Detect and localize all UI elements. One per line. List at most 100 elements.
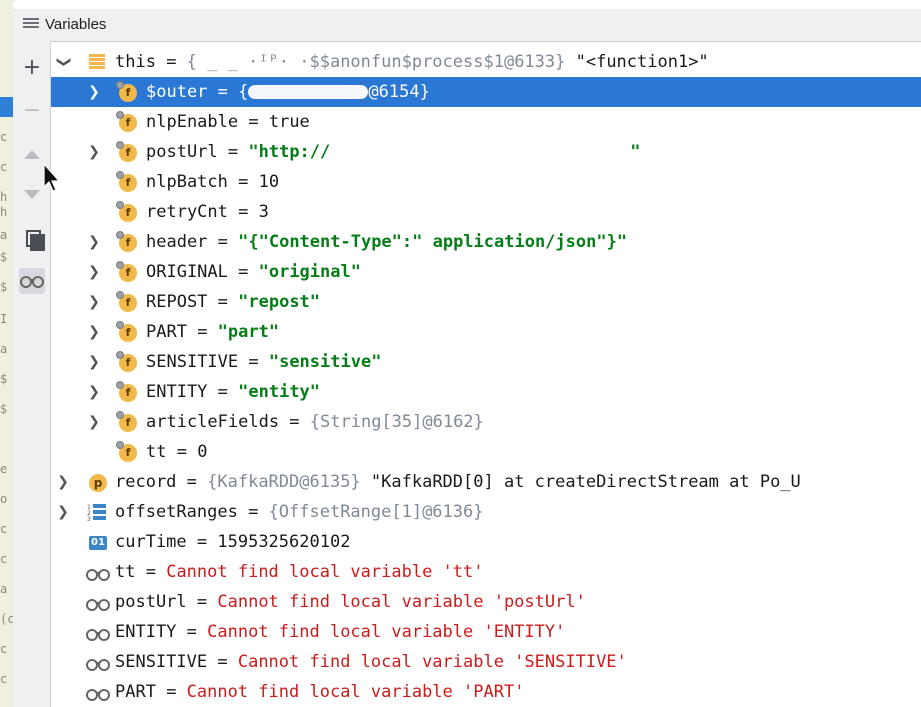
watch-glasses-icon [86, 567, 110, 581]
tree-row-nlpEnable[interactable]: f nlpEnable = true [51, 107, 921, 137]
watch-row-tt[interactable]: tt = Cannot find local variable 'tt' [51, 557, 921, 587]
final-lock-icon [116, 141, 124, 149]
watch-glasses-icon [86, 597, 110, 611]
editor-char: c [0, 672, 8, 686]
expand-arrow-icon[interactable]: ❯ [87, 407, 101, 437]
tree-row-postUrl[interactable]: ❯ f postUrl = "http:// " [51, 137, 921, 167]
tree-row-retryCnt[interactable]: f retryCnt = 3 [51, 197, 921, 227]
equals-sign: = [186, 532, 218, 552]
equals-sign: = [176, 622, 208, 642]
this-object-icon [89, 54, 105, 70]
tree-row-nlpBatch[interactable]: f nlpBatch = 10 [51, 167, 921, 197]
watch-row-postUrl[interactable]: postUrl = Cannot find local variable 'po… [51, 587, 921, 617]
editor-edge-strip: c c h h a $ $ I a $ $ e o c c a (c c c [0, 0, 14, 707]
field-letter: f [125, 176, 131, 189]
editor-char: o [0, 492, 8, 506]
tree-row-outer[interactable]: ❯ f $outer = {@6154} [51, 77, 921, 107]
equals-sign: = [279, 412, 310, 432]
object-reference: { _ _ ·ᴵᴾ· ·$$anonfun$process$1@6133} [186, 52, 566, 72]
field-icon: f [116, 291, 137, 312]
redacted-text [248, 85, 369, 99]
field-letter: f [125, 266, 131, 279]
expand-arrow-icon[interactable]: ❯ [87, 257, 101, 287]
variable-value: "<function1>" [565, 52, 709, 72]
watch-row-PART[interactable]: PART = Cannot find local variable 'PART' [51, 677, 921, 707]
tree-row-this[interactable]: ❯ this = { _ _ ·ᴵᴾ· ·$$anonfun$process$1… [51, 47, 921, 77]
editor-char: a [0, 228, 8, 242]
final-lock-icon [116, 411, 124, 419]
field-icon: f [116, 411, 137, 432]
editor-selection-marker [0, 97, 13, 117]
tree-row-REPOST[interactable]: ❯ f REPOST = "repost" [51, 287, 921, 317]
watch-expression: postUrl [115, 592, 187, 612]
tree-row-SENSITIVE[interactable]: ❯ f SENSITIVE = "sensitive" [51, 347, 921, 377]
watch-row-ENTITY[interactable]: ENTITY = Cannot find local variable 'ENT… [51, 617, 921, 647]
parameter-icon: p [89, 474, 107, 492]
final-lock-icon [116, 321, 124, 329]
variable-name: this [115, 52, 156, 72]
expand-arrow-icon[interactable]: ❯ [56, 467, 70, 497]
editor-char: h [0, 205, 8, 219]
tree-row-PART[interactable]: ❯ f PART = "part" [51, 317, 921, 347]
variable-name: nlpBatch [146, 172, 228, 192]
object-reference: { [238, 82, 249, 102]
editor-char: I [0, 312, 8, 326]
expand-arrow-icon[interactable]: ❯ [87, 137, 101, 167]
final-lock-icon [116, 291, 124, 299]
tree-row-tt-field[interactable]: f tt = 0 [51, 437, 921, 467]
remove-watch-button[interactable]: − [19, 98, 45, 124]
watch-row-SENSITIVE[interactable]: SENSITIVE = Cannot find local variable '… [51, 647, 921, 677]
field-letter: f [125, 86, 131, 99]
expand-arrow-icon[interactable]: ❯ [87, 227, 101, 257]
variables-toolbar: + − [13, 41, 51, 707]
collapse-arrow-icon[interactable]: ❯ [49, 55, 79, 69]
variable-name: ORIGINAL [146, 262, 228, 282]
expand-arrow-icon[interactable]: ❯ [56, 497, 70, 527]
editor-char: c [0, 522, 8, 536]
tree-row-offsetRanges[interactable]: ❯ 1 2 3 offsetRanges = {OffsetRange[1]@6… [51, 497, 921, 527]
equals-sign: = [135, 562, 167, 582]
expand-arrow-icon[interactable]: ❯ [87, 317, 101, 347]
duplicate-watch-button[interactable] [19, 225, 45, 251]
variable-value: "{"Content-Type":" application/json"}" [238, 232, 628, 252]
arrow-up-icon [24, 150, 40, 159]
object-reference: {KafkaRDD@6135} [207, 472, 361, 492]
tree-row-ENTITY[interactable]: ❯ f ENTITY = "entity" [51, 377, 921, 407]
final-lock-icon [116, 351, 124, 359]
new-watch-button[interactable]: + [19, 55, 45, 81]
equals-sign: = [238, 352, 269, 372]
tree-row-articleFields[interactable]: ❯ f articleFields = {String[35]@6162} [51, 407, 921, 437]
show-watches-toggle[interactable] [19, 268, 45, 294]
expand-arrow-icon[interactable]: ❯ [87, 287, 101, 317]
equals-sign: = [217, 142, 249, 162]
variable-value-end: " [630, 142, 641, 162]
equals-sign: = [227, 262, 259, 282]
tree-row-curTime[interactable]: 01 curTime = 1595325620102 [51, 527, 921, 557]
field-icon: f [116, 141, 137, 162]
equals-sign: = [227, 202, 259, 222]
variable-value: "KafkaRDD[0] at createDirectStream at Po… [360, 472, 801, 492]
equals-sign: = [207, 82, 239, 102]
field-letter: f [125, 146, 131, 159]
array-icon-graphic: 1 2 3 [87, 504, 106, 523]
field-icon: f [116, 441, 137, 462]
editor-char: c [0, 642, 8, 656]
editor-char: a [0, 582, 8, 596]
move-watch-down-button[interactable] [19, 181, 45, 207]
tree-row-header[interactable]: ❯ f header = "{"Content-Type":" applicat… [51, 227, 921, 257]
tree-row-ORIGINAL[interactable]: ❯ f ORIGINAL = "original" [51, 257, 921, 287]
field-letter: f [125, 446, 131, 459]
move-watch-up-button[interactable] [19, 141, 45, 167]
field-letter: f [125, 116, 131, 129]
variable-value: 3 [258, 202, 269, 222]
watch-error: Cannot find local variable 'postUrl' [217, 592, 586, 612]
variable-name: nlpEnable [146, 112, 239, 132]
equals-sign: = [186, 322, 218, 342]
variable-value: "repost" [238, 292, 321, 312]
tree-row-record[interactable]: ❯ p record = {KafkaRDD@6135} "KafkaRDD[0… [51, 467, 921, 497]
expand-arrow-icon[interactable]: ❯ [87, 377, 101, 407]
expand-arrow-icon[interactable]: ❯ [87, 347, 101, 377]
watch-error: Cannot find local variable 'PART' [186, 682, 525, 702]
editor-char: $ [0, 402, 8, 416]
expand-arrow-icon[interactable]: ❯ [87, 77, 101, 107]
